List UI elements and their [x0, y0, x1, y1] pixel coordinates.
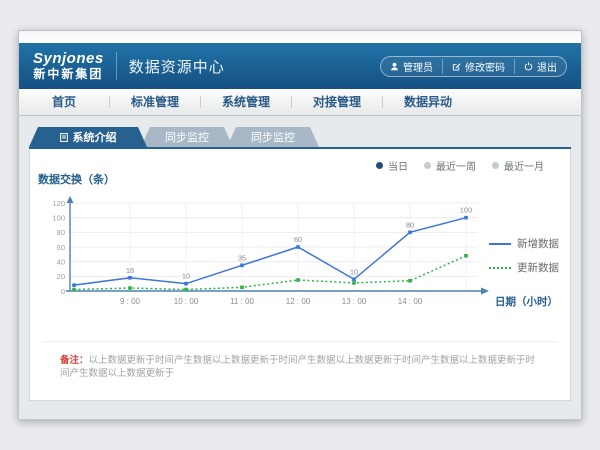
nav-item-data-change[interactable]: 数据异动 [383, 89, 473, 116]
edit-icon [452, 62, 461, 71]
svg-text:10: 10 [350, 267, 358, 276]
svg-text:13 : 00: 13 : 00 [342, 297, 367, 306]
brand-logo: Synjones 新中新集团 [33, 51, 116, 81]
svg-text:0: 0 [61, 287, 65, 296]
legend-item-new-data: 新增数据 [489, 236, 559, 251]
tab-sync-monitor-1[interactable]: 同步监控 [141, 127, 233, 147]
radio-last-month[interactable]: 最近一月 [492, 158, 544, 173]
tab-label: 同步监控 [251, 129, 295, 145]
chart-panel: 当日 最近一周 最近一月 数据交换（条） 0 20 40 60 80 100 120 9 : … [29, 149, 571, 401]
nav-item-standards[interactable]: 标准管理 [110, 89, 200, 116]
legend-line-blue [489, 243, 511, 245]
svg-text:10: 10 [182, 272, 190, 281]
brand-logo-en: Synjones [33, 51, 104, 68]
legend-line-green [489, 267, 511, 269]
user-toolbar: 管理员 修改密码 退出 [380, 56, 567, 77]
tab-label: 系统介绍 [73, 129, 117, 145]
footnote: 备注：以上数据更新于时间产生数据以上数据更新于时间产生数据以上数据更新于时间产生… [60, 354, 542, 381]
user-menu[interactable]: 管理员 [381, 59, 442, 74]
logout-label: 退出 [537, 59, 557, 74]
power-icon [524, 62, 533, 71]
tab-label: 同步监控 [165, 129, 209, 145]
user-name: 管理员 [403, 59, 433, 74]
svg-text:80: 80 [57, 228, 65, 237]
tab-system-intro[interactable]: 系统介绍 [29, 127, 147, 147]
main-nav: 首页 标准管理 系统管理 对接管理 数据异动 [19, 89, 581, 116]
svg-text:60: 60 [57, 243, 65, 252]
svg-text:18: 18 [126, 266, 134, 275]
svg-text:20: 20 [57, 272, 65, 281]
svg-text:日期（小时）: 日期（小时） [495, 295, 558, 308]
nav-item-integration[interactable]: 对接管理 [292, 89, 382, 116]
svg-text:100: 100 [52, 213, 65, 222]
footnote-text: 以上数据更新于时间产生数据以上数据更新于时间产生数据以上数据更新于时间产生数据以… [60, 355, 535, 379]
tab-sync-monitor-2[interactable]: 同步监控 [227, 127, 319, 147]
change-password-label: 修改密码 [465, 59, 505, 74]
tab-bar: 系统介绍 同步监控 同步监控 [29, 129, 571, 149]
svg-text:10 : 00: 10 : 00 [174, 297, 199, 306]
radio-dot [424, 162, 431, 169]
svg-text:60: 60 [294, 235, 302, 244]
chart-legend: 新增数据 更新数据 [489, 236, 559, 275]
logout-button[interactable]: 退出 [514, 59, 566, 74]
header-divider [116, 52, 117, 80]
note-divider [42, 341, 558, 342]
radio-label: 最近一周 [436, 158, 476, 173]
svg-text:40: 40 [57, 257, 65, 266]
user-icon [390, 62, 399, 71]
svg-text:35: 35 [238, 253, 246, 262]
app-window: Synjones 新中新集团 数据资源中心 管理员 修改密码 [18, 30, 582, 420]
brand-logo-cn: 新中新集团 [33, 68, 104, 81]
svg-text:120: 120 [52, 199, 65, 208]
footnote-label: 备注： [60, 355, 89, 366]
radio-last-week[interactable]: 最近一周 [424, 158, 476, 173]
radio-dot [376, 162, 383, 169]
nav-item-system[interactable]: 系统管理 [201, 89, 291, 116]
svg-text:80: 80 [406, 220, 414, 229]
document-icon [60, 133, 68, 142]
content-area: 系统介绍 同步监控 同步监控 当日 最近一周 [19, 116, 581, 401]
svg-text:9 : 00: 9 : 00 [120, 297, 141, 306]
nav-item-home[interactable]: 首页 [19, 89, 109, 116]
svg-text:14 : 00: 14 : 00 [398, 297, 423, 306]
radio-dot [492, 162, 499, 169]
svg-text:12 : 00: 12 : 00 [286, 297, 311, 306]
svg-text:100: 100 [460, 206, 473, 215]
radio-today[interactable]: 当日 [376, 158, 408, 173]
radio-label: 最近一月 [504, 158, 544, 173]
period-filter: 当日 最近一周 最近一月 [376, 158, 544, 173]
change-password-button[interactable]: 修改密码 [442, 59, 514, 74]
radio-label: 当日 [388, 158, 408, 173]
legend-label: 更新数据 [517, 260, 559, 275]
app-header: Synjones 新中新集团 数据资源中心 管理员 修改密码 [19, 43, 581, 89]
legend-item-updated-data: 更新数据 [489, 260, 559, 275]
y-axis-title: 数据交换（条） [38, 171, 115, 187]
page-title: 数据资源中心 [129, 56, 225, 77]
legend-label: 新增数据 [517, 236, 559, 251]
window-top-strip [19, 31, 581, 43]
svg-text:11 : 00: 11 : 00 [230, 297, 254, 306]
